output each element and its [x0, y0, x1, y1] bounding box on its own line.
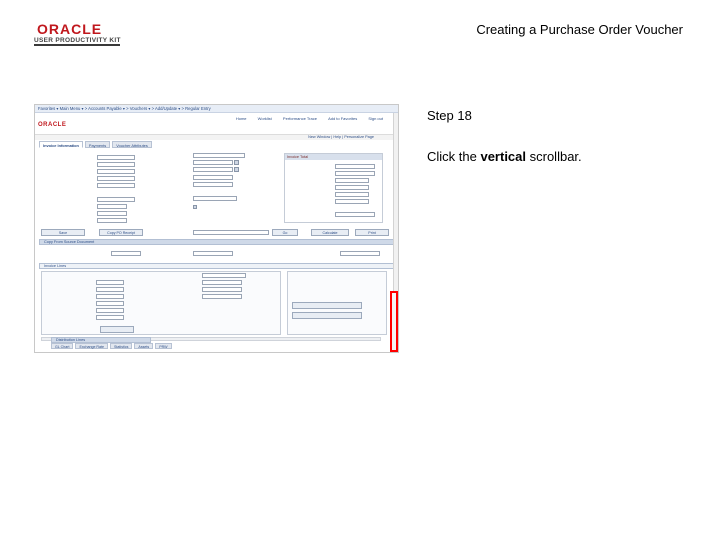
field-3[interactable] — [97, 169, 135, 174]
action-select[interactable] — [193, 230, 269, 235]
instruction-bold: vertical — [480, 149, 527, 164]
new-window-links[interactable]: New Window | Help | Personalize Page — [308, 135, 374, 139]
lookup-icon[interactable] — [234, 160, 239, 165]
copy-po-receipt-button[interactable]: Copy PO Receipt — [99, 229, 143, 236]
field-2[interactable] — [97, 162, 135, 167]
total-field-2[interactable] — [335, 171, 375, 176]
field-9[interactable] — [97, 218, 127, 223]
field-5[interactable] — [97, 183, 135, 188]
field-10[interactable] — [193, 153, 245, 158]
line-field-7[interactable] — [202, 273, 246, 278]
line-field-1[interactable] — [96, 280, 124, 285]
field-12[interactable] — [193, 167, 233, 172]
instruction-after: scrollbar. — [526, 149, 582, 164]
home-link[interactable]: Home — [236, 116, 247, 121]
print-button[interactable]: Print — [355, 229, 389, 236]
invoice-lines-section[interactable]: Invoice Lines — [39, 263, 394, 269]
instruction-text: Click the vertical scrollbar. — [427, 149, 582, 164]
side-button-2[interactable] — [292, 312, 362, 319]
calendar-icon[interactable] — [234, 167, 239, 172]
line-field-9[interactable] — [202, 287, 242, 292]
line-field-8[interactable] — [202, 280, 242, 285]
sign-out-link[interactable]: Sign out — [368, 116, 383, 121]
tab-voucher-attributes[interactable]: Voucher Attributes — [112, 141, 152, 148]
tab-statistics[interactable]: Statistics — [110, 343, 133, 349]
app-logo: ORACLE — [38, 122, 67, 128]
po-number-field[interactable] — [193, 251, 233, 256]
tab-exchange-rate[interactable]: Exchange Rate — [75, 343, 109, 349]
distribution-tabs: GL Chart Exchange Rate Statistics Assets… — [51, 343, 172, 349]
oracle-logo-text: ORACLE — [37, 22, 102, 36]
total-field-4[interactable] — [335, 185, 369, 190]
save-button[interactable]: Save — [41, 229, 85, 236]
checkbox[interactable] — [193, 205, 197, 209]
vertical-scrollbar-track[interactable] — [393, 113, 398, 291]
calculate-button[interactable]: Calculate — [311, 229, 349, 236]
invoice-total-panel: Invoice Total — [284, 153, 383, 223]
step-label: Step 18 — [427, 108, 472, 123]
line-field-4[interactable] — [96, 301, 124, 306]
po-unit-field[interactable] — [111, 251, 141, 256]
tab-invoice-information[interactable]: Invoice Information — [39, 141, 83, 148]
side-button-1[interactable] — [292, 302, 362, 309]
tab-assets[interactable]: Assets — [134, 343, 154, 349]
worklist-link[interactable]: Worklist — [258, 116, 272, 121]
field-11[interactable] — [193, 160, 233, 165]
field-1[interactable] — [97, 155, 135, 160]
total-field-7[interactable] — [335, 212, 375, 217]
line-field-2[interactable] — [96, 287, 124, 292]
app-screenshot: Favorites ▾ Main Menu ▾ > Accounts Payab… — [34, 104, 399, 353]
vertical-scrollbar-highlight[interactable] — [390, 291, 398, 352]
copy-from-section[interactable]: Copy From Source Document — [39, 239, 394, 245]
total-field-1[interactable] — [335, 164, 375, 169]
line-side-panel — [287, 271, 387, 335]
field-8[interactable] — [97, 211, 127, 216]
tab-gl-chart[interactable]: GL Chart — [51, 343, 74, 349]
field-15[interactable] — [193, 196, 237, 201]
tab-payments[interactable]: Payments — [84, 141, 111, 148]
performance-trace-link[interactable]: Performance Trace — [283, 116, 317, 121]
product-name: USER PRODUCTIVITY KIT — [34, 37, 121, 44]
go-button[interactable]: Go — [272, 229, 298, 236]
line-field-5[interactable] — [96, 308, 124, 313]
add-favorites-link[interactable]: Add to Favorites — [328, 116, 357, 121]
copy-from-select[interactable] — [340, 251, 380, 256]
instruction-before: Click the — [427, 149, 481, 164]
line-field-3[interactable] — [96, 294, 124, 299]
oracle-logo: ORACLE — [36, 21, 112, 37]
tab-prw[interactable]: PRW — [155, 343, 172, 349]
total-field-6[interactable] — [335, 199, 369, 204]
brand-divider — [34, 44, 120, 46]
line-field-6[interactable] — [96, 315, 124, 320]
header-links: Home Worklist Performance Trace Add to F… — [226, 116, 383, 121]
document-title: Creating a Purchase Order Voucher — [476, 22, 683, 37]
line-action-button[interactable] — [100, 326, 134, 333]
field-13[interactable] — [193, 175, 233, 180]
field-7[interactable] — [97, 204, 127, 209]
field-4[interactable] — [97, 176, 135, 181]
page-tabs: Invoice Information Payments Voucher Att… — [39, 141, 152, 148]
total-field-3[interactable] — [335, 178, 369, 183]
summary-title: Invoice Total — [285, 154, 382, 160]
breadcrumb[interactable]: Favorites ▾ Main Menu ▾ > Accounts Payab… — [38, 106, 211, 111]
app-topbar: Favorites ▾ Main Menu ▾ > Accounts Payab… — [35, 105, 398, 113]
line-field-10[interactable] — [202, 294, 242, 299]
invoice-line-panel — [41, 271, 281, 335]
field-14[interactable] — [193, 182, 233, 187]
total-field-5[interactable] — [335, 192, 369, 197]
field-6[interactable] — [97, 197, 135, 202]
